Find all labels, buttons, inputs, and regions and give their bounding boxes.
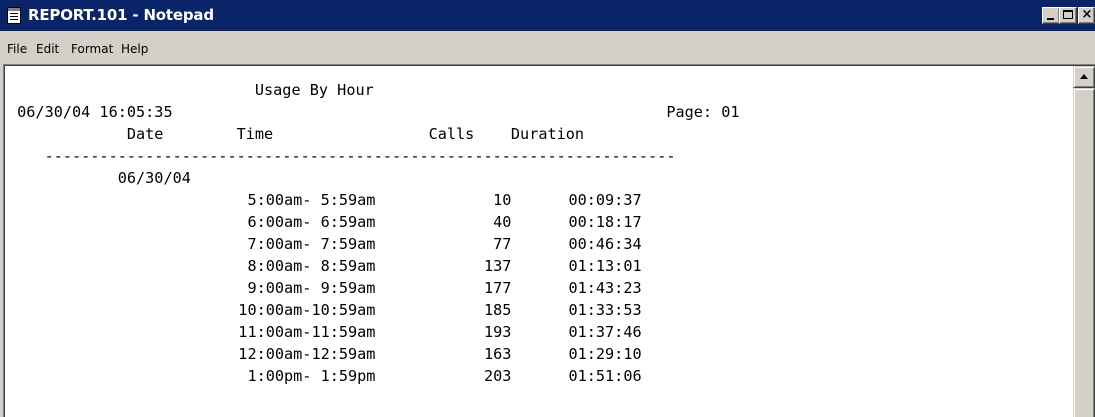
report-title: Usage By Hour [8, 81, 374, 99]
row-time: 12:00am-12:59am [238, 345, 376, 363]
row-time: 8:00am- 8:59am [247, 257, 376, 275]
row-calls: 10 [493, 191, 512, 209]
window-title: REPORT.101 - Notepad [28, 6, 214, 24]
vertical-scrollbar[interactable] [1073, 66, 1095, 417]
row-calls: 40 [493, 213, 512, 231]
row-calls: 177 [484, 279, 512, 297]
header-rule: ----------------------------------------… [8, 147, 676, 165]
menu-bar: File Edit Format Help [0, 31, 1095, 64]
row-duration: 01:43:23 [568, 279, 642, 297]
menu-help[interactable]: Help [121, 40, 148, 58]
row-duration: 01:33:53 [568, 301, 642, 319]
table-row: 9:00am- 9:59am 177 01:43:23 [8, 277, 642, 299]
row-calls: 137 [484, 257, 512, 275]
scroll-up-button[interactable] [1073, 66, 1095, 88]
row-time: 5:00am- 5:59am [247, 191, 376, 209]
scroll-thumb[interactable] [1073, 88, 1095, 417]
close-icon: × [1081, 7, 1093, 22]
row-duration: 01:13:01 [568, 257, 642, 275]
menu-edit[interactable]: Edit [36, 40, 59, 58]
minimize-button[interactable] [1042, 7, 1060, 24]
row-calls: 77 [493, 235, 512, 253]
row-calls: 203 [484, 367, 512, 385]
menu-format[interactable]: Format [71, 40, 113, 58]
table-row: 6:00am- 6:59am 40 00:18:17 [8, 211, 642, 233]
minimize-icon [1047, 18, 1054, 20]
up-arrow-icon [1080, 74, 1088, 79]
menu-file[interactable]: File [7, 40, 27, 58]
menu-format-label: Format [71, 42, 114, 56]
menu-file-label: File [7, 42, 28, 56]
row-calls: 185 [484, 301, 512, 319]
row-duration: 00:18:17 [568, 213, 642, 231]
report-header: 06/30/04 16:05:35 Page: 01 [8, 103, 740, 121]
report-date: 06/30/04 [8, 169, 191, 187]
table-row: 10:00am-10:59am 185 01:33:53 [8, 299, 642, 321]
row-time: 9:00am- 9:59am [247, 279, 376, 297]
table-row: 8:00am- 8:59am 137 01:13:01 [8, 255, 642, 277]
row-duration: 01:51:06 [568, 367, 642, 385]
row-calls: 163 [484, 345, 512, 363]
table-row: 5:00am- 5:59am 10 00:09:37 [8, 189, 642, 211]
maximize-icon [1063, 10, 1073, 19]
maximize-button[interactable] [1059, 7, 1077, 24]
row-time: 11:00am-11:59am [238, 323, 376, 341]
row-time: 6:00am- 6:59am [247, 213, 376, 231]
notepad-icon[interactable] [7, 7, 21, 24]
close-button[interactable]: × [1078, 7, 1095, 24]
table-row: 7:00am- 7:59am 77 00:46:34 [8, 233, 642, 255]
row-duration: 00:46:34 [568, 235, 642, 253]
row-time: 7:00am- 7:59am [247, 235, 376, 253]
table-row: 12:00am-12:59am 163 01:29:10 [8, 343, 642, 365]
row-duration: 01:29:10 [568, 345, 642, 363]
text-editor[interactable]: Usage By Hour 06/30/04 16:05:35 Page: 01… [8, 79, 1072, 417]
row-duration: 00:09:37 [568, 191, 642, 209]
row-calls: 193 [484, 323, 512, 341]
menu-edit-label: Edit [36, 42, 60, 56]
column-headers: Date Time Calls Duration [8, 125, 585, 143]
row-time: 1:00pm- 1:59pm [247, 367, 376, 385]
table-row: 1:00pm- 1:59pm 203 01:51:06 [8, 365, 642, 387]
table-row: 11:00am-11:59am 193 01:37:46 [8, 321, 642, 343]
notepad-window: REPORT.101 - Notepad × File Edit Format … [0, 0, 1095, 417]
row-duration: 01:37:46 [568, 323, 642, 341]
row-time: 10:00am-10:59am [238, 301, 376, 319]
menu-help-label: Help [121, 42, 149, 56]
title-bar[interactable]: REPORT.101 - Notepad × [0, 0, 1095, 31]
